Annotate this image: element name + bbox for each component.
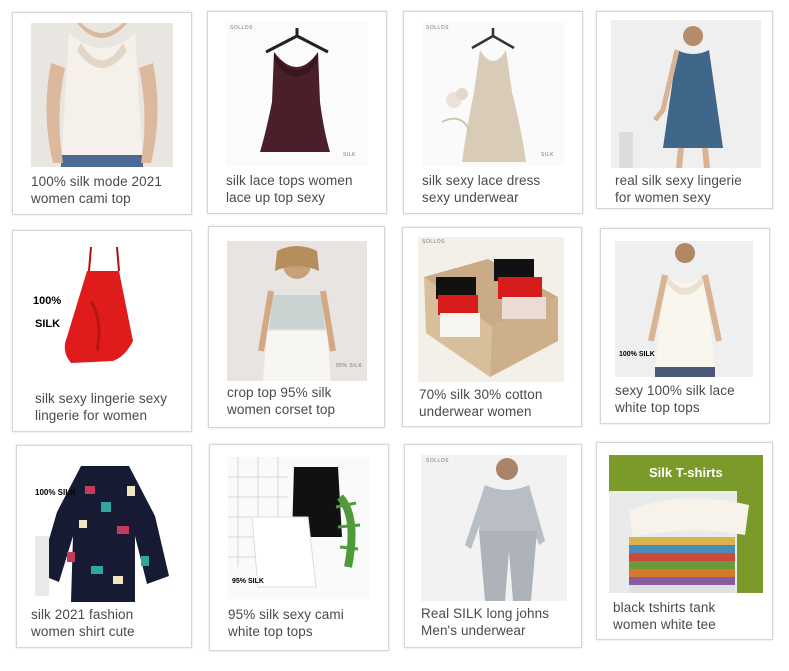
product-card[interactable]: 95% SILK crop top 95% silk women corset … — [208, 226, 385, 428]
silk-tag: 95% SILK — [336, 363, 363, 369]
product-caption[interactable]: Real SILK long johns Men's underwear — [421, 605, 549, 639]
product-image[interactable] — [31, 23, 173, 167]
product-card[interactable]: SOLLOS SILK silk sexy lace dress sexy un… — [403, 11, 583, 214]
brand-label: SOLLOS — [426, 25, 450, 31]
product-image[interactable] — [422, 22, 564, 166]
product-image[interactable] — [227, 241, 367, 381]
product-caption[interactable]: silk sexy lace dress sexy underwear — [422, 172, 540, 206]
product-card[interactable]: 100% silk mode 2021 women cami top — [12, 12, 192, 215]
product-card[interactable]: SOLLOS SILK silk lace tops women lace up… — [207, 11, 387, 214]
product-caption[interactable]: black tshirts tank women white tee — [613, 599, 716, 633]
product-card[interactable]: SOLLOS 70% silk 30% cotton underwear wom… — [402, 227, 582, 427]
product-caption[interactable]: 100% silk mode 2021 women cami top — [31, 173, 162, 207]
product-caption[interactable]: 95% silk sexy cami white top tops — [228, 606, 344, 640]
product-card[interactable]: Silk T-shirts black tshirts tank women w… — [596, 442, 773, 640]
silk-overlay-label: 95% SILK — [232, 578, 264, 585]
product-card[interactable]: 95% SILK 95% silk sexy cami white top to… — [209, 444, 389, 651]
product-image[interactable] — [226, 22, 368, 166]
product-image[interactable] — [421, 455, 567, 601]
product-image[interactable] — [418, 237, 564, 382]
silk-label: SILK — [35, 318, 61, 330]
silk-tag: SILK — [343, 152, 356, 158]
silk-tshirts-banner: Silk T-shirts — [649, 465, 723, 480]
product-card[interactable]: 100% SILK sexy 100% silk lace white top … — [600, 228, 770, 424]
product-card[interactable]: real silk sexy lingerie for women sexy — [596, 11, 773, 209]
brand-label: SOLLOS — [426, 458, 450, 464]
product-caption[interactable]: 70% silk 30% cotton underwear women — [419, 386, 542, 420]
product-caption[interactable]: sexy 100% silk lace white top tops — [615, 382, 735, 416]
silk-percent-label: 100% — [33, 295, 62, 307]
brand-label: SOLLOS — [422, 239, 446, 245]
product-caption[interactable]: silk sexy lingerie sexy lingerie for wom… — [35, 390, 167, 424]
product-caption[interactable]: real silk sexy lingerie for women sexy — [615, 172, 742, 206]
product-image[interactable] — [611, 20, 761, 168]
product-image[interactable] — [31, 456, 179, 602]
product-caption[interactable]: silk lace tops women lace up top sexy — [226, 172, 353, 206]
silk-tag: SILK — [541, 152, 554, 158]
product-card[interactable]: SOLLOS Real SILK long johns Men's underw… — [404, 444, 582, 648]
product-card[interactable]: 100% SILK silk 2021 fashion women shirt … — [16, 445, 192, 648]
product-image[interactable] — [31, 241, 173, 385]
brand-label: SOLLOS — [230, 25, 254, 31]
silk-overlay-label: 100% SILK — [619, 351, 655, 358]
product-caption[interactable]: crop top 95% silk women corset top — [227, 384, 335, 418]
product-card[interactable]: 100% SILK silk sexy lingerie sexy linger… — [12, 230, 192, 432]
silk-overlay-label: 100% SILK — [35, 488, 76, 497]
product-caption[interactable]: silk 2021 fashion women shirt cute — [31, 606, 135, 640]
